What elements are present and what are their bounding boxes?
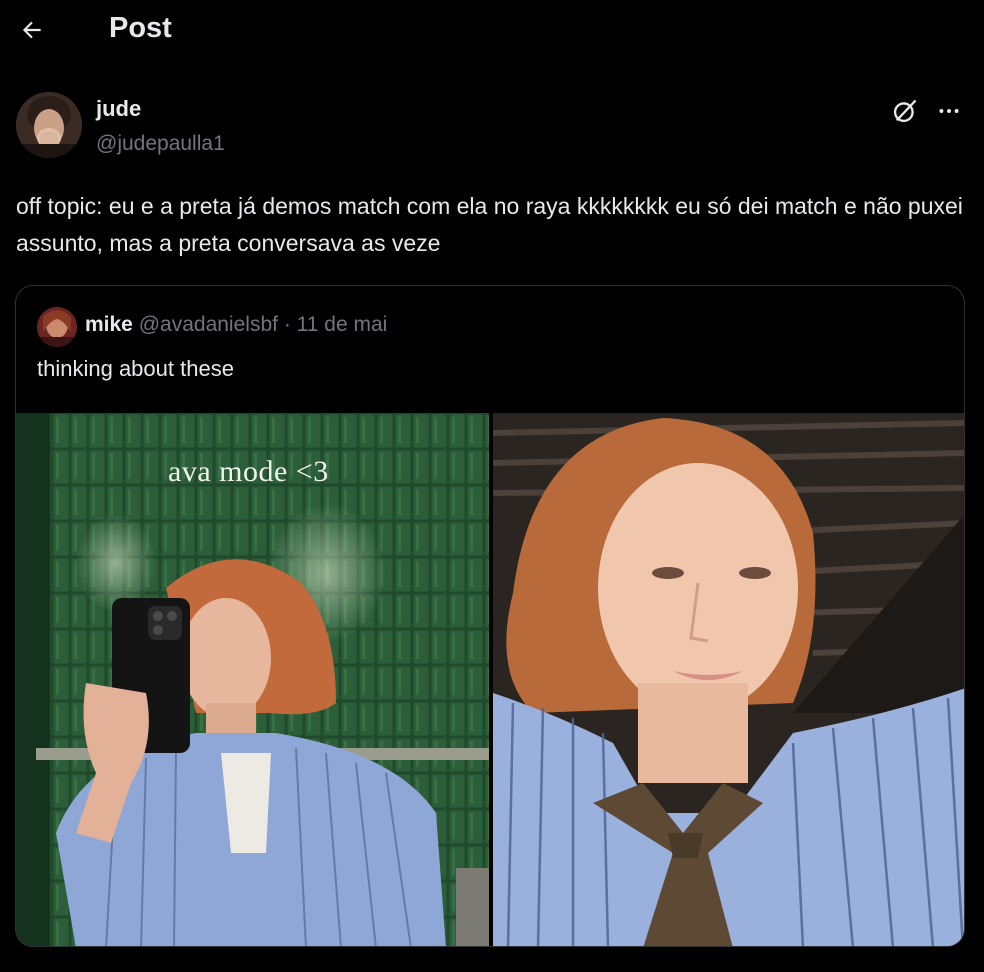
- quoted-post-text: thinking about these: [37, 356, 234, 381]
- avatar[interactable]: [16, 92, 82, 158]
- quoted-post[interactable]: mike @avadanielsbf · 11 de mai thinking …: [15, 285, 965, 947]
- mirror-selfie-photo[interactable]: ava mode <3: [16, 413, 489, 946]
- back-button[interactable]: [14, 12, 50, 48]
- author-handle[interactable]: @judepaulla1: [96, 132, 225, 156]
- quoted-post-date: 11 de mai: [296, 313, 388, 336]
- page-title: Post: [109, 12, 172, 44]
- grok-button[interactable]: [888, 94, 922, 128]
- meta-separator: ·: [283, 313, 291, 336]
- quoted-author-name: mike: [85, 313, 133, 336]
- quoted-post-header: mike @avadanielsbf · 11 de mai: [85, 313, 387, 337]
- arrow-left-icon: [22, 21, 41, 39]
- grok-icon: [893, 99, 917, 123]
- post-text: off topic: eu e a preta já demos match c…: [16, 193, 963, 256]
- more-icon: [939, 109, 959, 113]
- media-grid: ava mode <3: [16, 413, 964, 946]
- avatar: [37, 307, 77, 347]
- more-button[interactable]: [932, 94, 966, 128]
- selfie-photo[interactable]: [493, 413, 964, 946]
- photo-caption: ava mode <3: [168, 455, 329, 488]
- post-author: jude @judepaulla1: [16, 90, 976, 162]
- top-bar: Post: [0, 0, 984, 58]
- author-name[interactable]: jude: [96, 96, 141, 122]
- quoted-author-handle: @avadanielsbf: [138, 313, 278, 336]
